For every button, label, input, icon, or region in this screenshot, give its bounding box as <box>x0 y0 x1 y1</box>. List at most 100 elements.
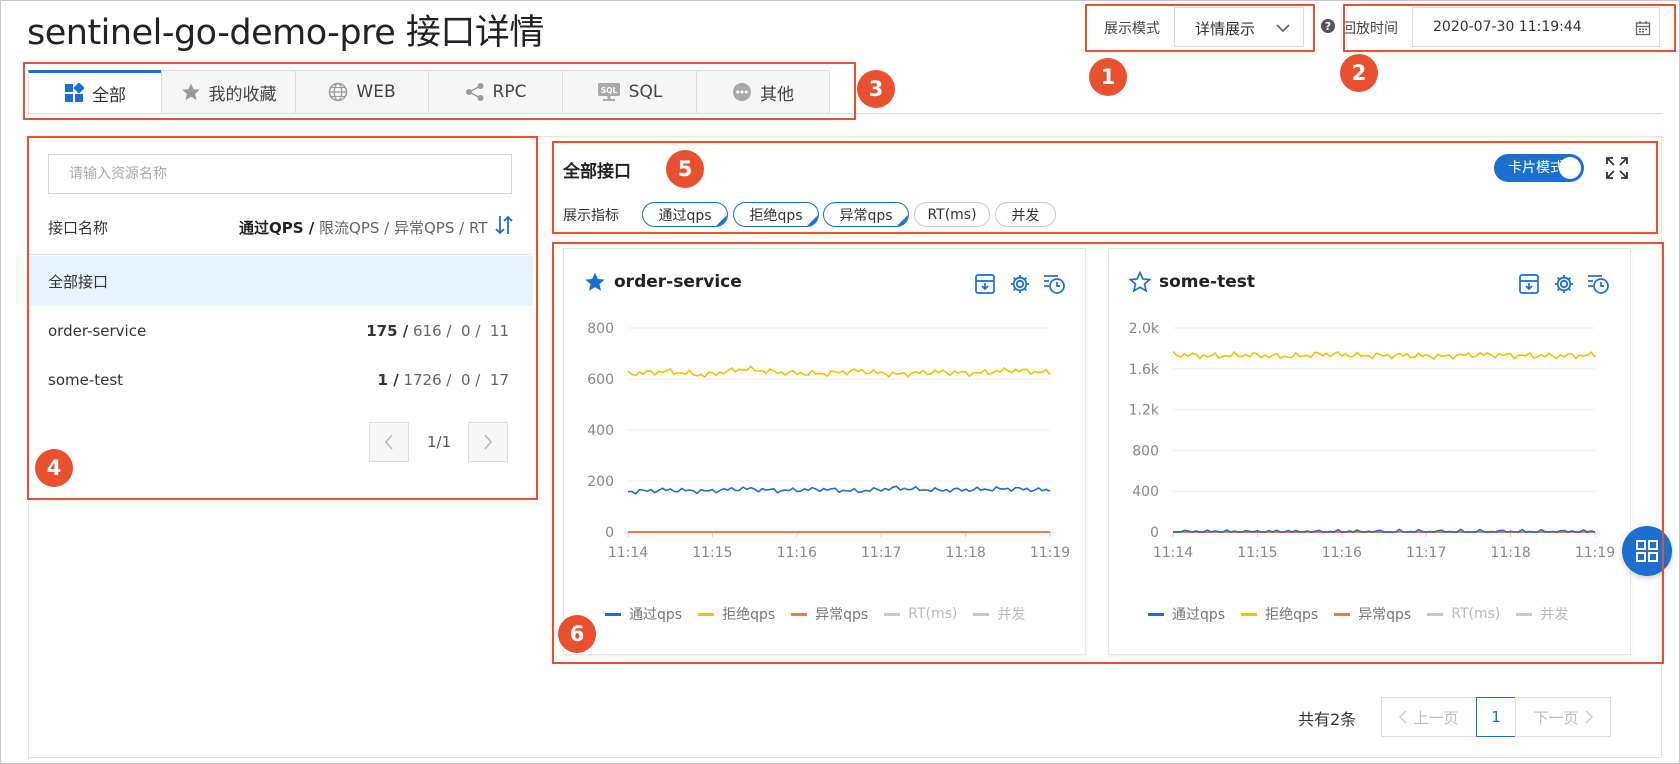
tab-label: 全部 <box>92 85 126 106</box>
tab-other[interactable]: 其他 <box>696 70 830 114</box>
history-icon[interactable] <box>1042 273 1066 295</box>
tab-label: 其他 <box>760 84 794 105</box>
archive-icon[interactable] <box>1518 273 1540 295</box>
prev-page-button[interactable] <box>369 422 409 462</box>
metric-chip-rt[interactable]: RT(ms) <box>914 202 990 227</box>
metric-chip-block-qps[interactable]: 拒绝qps <box>733 202 819 227</box>
chevron-right-icon <box>484 434 493 450</box>
calendar-icon <box>1635 21 1651 36</box>
legend-item-concurrency[interactable]: 并发 <box>973 604 1025 624</box>
series-line-0 <box>627 485 1051 495</box>
help-icon[interactable]: ? <box>1320 18 1336 34</box>
metric-chip-concurrency[interactable]: 并发 <box>995 202 1056 227</box>
legend-swatch <box>605 612 621 616</box>
tab-favorites[interactable]: 我的收藏 <box>161 70 296 114</box>
y-tick-label: 0 <box>605 525 614 541</box>
next-page-button[interactable] <box>468 422 508 462</box>
resource-row-some-test[interactable]: some-test 1 / 1726 / 0 / 17 <box>28 355 533 405</box>
page-title: sentinel-go-demo-pre 接口详情 <box>27 13 544 53</box>
series-line-0 <box>1172 528 1596 533</box>
favorite-star-filled-icon[interactable] <box>584 271 606 293</box>
pager-next-button[interactable]: 下一页 <box>1515 697 1611 737</box>
favorite-star-outline-icon[interactable] <box>1129 271 1151 293</box>
legend-swatch <box>884 612 901 616</box>
annotation-badge-5: 5 <box>666 150 704 188</box>
y-tick-label: 2.0k <box>1129 321 1160 337</box>
display-mode-select[interactable]: 详情展示 <box>1174 7 1304 47</box>
pager-prev-button[interactable]: 上一页 <box>1381 697 1477 737</box>
tab-sql[interactable]: SQL SQL <box>562 70 697 114</box>
annotation-badge-6: 6 <box>558 615 596 653</box>
chevron-right-icon <box>1584 710 1593 724</box>
resource-name: order-service <box>48 322 147 340</box>
legend-item-rt[interactable]: RT(ms) <box>884 604 957 624</box>
legend-item-error-qps[interactable]: 异常qps <box>791 604 868 624</box>
resource-search-input[interactable]: 请输入资源名称 <box>48 154 512 194</box>
tab-label: SQL <box>628 82 663 102</box>
legend-item-block-qps[interactable]: 拒绝qps <box>698 604 775 624</box>
metric-chip-pass-qps[interactable]: 通过qps <box>642 202 728 227</box>
sort-icon[interactable] <box>494 214 514 236</box>
legend-swatch <box>1427 612 1444 616</box>
header-divider <box>28 254 533 255</box>
legend-item-rt[interactable]: RT(ms) <box>1427 604 1500 624</box>
y-tick-label: 800 <box>587 321 614 337</box>
chart-order-service: 0 200 400 600 800 11:14 11:15 11:16 11:17 11:18 11… <box>587 321 1070 561</box>
legend-item-pass-qps[interactable]: 通过qps <box>1148 604 1225 624</box>
share-icon <box>465 83 484 101</box>
tab-label: RPC <box>492 82 527 102</box>
more-icon <box>733 83 751 101</box>
display-mode-label: 展示模式 <box>1104 21 1160 37</box>
x-tick-label: 11:14 <box>1153 545 1193 561</box>
resource-pass-qps: 1 / <box>377 371 399 389</box>
svg-text:?: ? <box>1325 20 1331 33</box>
star-icon <box>181 83 200 100</box>
archive-icon[interactable] <box>974 273 996 295</box>
gear-icon[interactable] <box>1009 273 1031 295</box>
replay-time-input[interactable]: 2020-07-30 11:19:44 <box>1412 7 1660 47</box>
legend-swatch <box>1241 612 1258 616</box>
y-tick-label: 0 <box>1150 525 1159 541</box>
resource-row-order-service[interactable]: order-service 175 / 616 / 0 / 11 <box>28 306 533 356</box>
total-count: 共有2条 <box>1298 710 1357 729</box>
annotation-badge-1: 1 <box>1089 58 1127 96</box>
history-icon[interactable] <box>1586 273 1610 295</box>
layout-fab-button[interactable] <box>1622 526 1672 576</box>
tab-web[interactable]: WEB <box>295 70 429 114</box>
legend-item-pass-qps[interactable]: 通过qps <box>605 604 682 624</box>
card-title: order-service <box>614 272 742 292</box>
legend-swatch <box>1148 612 1164 616</box>
x-tick-label: 11:14 <box>608 545 648 561</box>
card-mode-toggle[interactable]: 卡片模式 <box>1494 154 1584 182</box>
gear-icon[interactable] <box>1553 273 1575 295</box>
x-tick-label: 11:18 <box>945 545 985 561</box>
legend-label: 异常qps <box>815 607 869 623</box>
metric-chip-error-qps[interactable]: 异常qps <box>823 202 909 227</box>
fullscreen-icon[interactable] <box>1605 156 1629 180</box>
globe-icon <box>329 82 348 102</box>
legend-swatch <box>698 612 715 616</box>
tab-label: 我的收藏 <box>208 84 277 105</box>
chevron-down-icon <box>1276 24 1290 33</box>
legend-item-block-qps[interactable]: 拒绝qps <box>1241 604 1318 624</box>
legend-item-concurrency[interactable]: 并发 <box>1516 604 1568 624</box>
section-title: 全部接口 <box>563 162 631 182</box>
series-line-1 <box>1172 351 1596 361</box>
card-mode-label: 卡片模式 <box>1508 160 1564 176</box>
tab-all[interactable]: 全部 <box>28 70 162 114</box>
pager-page-1[interactable]: 1 <box>1476 697 1516 737</box>
column-metrics-header[interactable]: 通过QPS / 限流QPS / 异常QPS / RT <box>239 217 487 238</box>
y-tick-label: 800 <box>1132 443 1159 459</box>
legend-order-service: 通过qps 拒绝qps 异常qps RT(ms) 并发 <box>605 604 1025 624</box>
legend-some-test: 通过qps 拒绝qps 异常qps RT(ms) 并发 <box>1148 604 1568 624</box>
x-tick-label: 11:19 <box>1575 545 1615 561</box>
resource-row-all[interactable]: 全部接口 <box>28 256 533 306</box>
y-tick-label: 400 <box>1132 484 1159 500</box>
tab-rpc[interactable]: RPC <box>428 70 563 114</box>
x-tick-label: 11:17 <box>1406 545 1446 561</box>
legend-label: RT(ms) <box>908 606 958 622</box>
chevron-left-icon <box>384 434 393 450</box>
legend-item-error-qps[interactable]: 异常qps <box>1334 604 1411 624</box>
legend-label: 并发 <box>997 607 1026 623</box>
resource-other-metrics: 1726 / 0 / 17 <box>403 371 509 389</box>
